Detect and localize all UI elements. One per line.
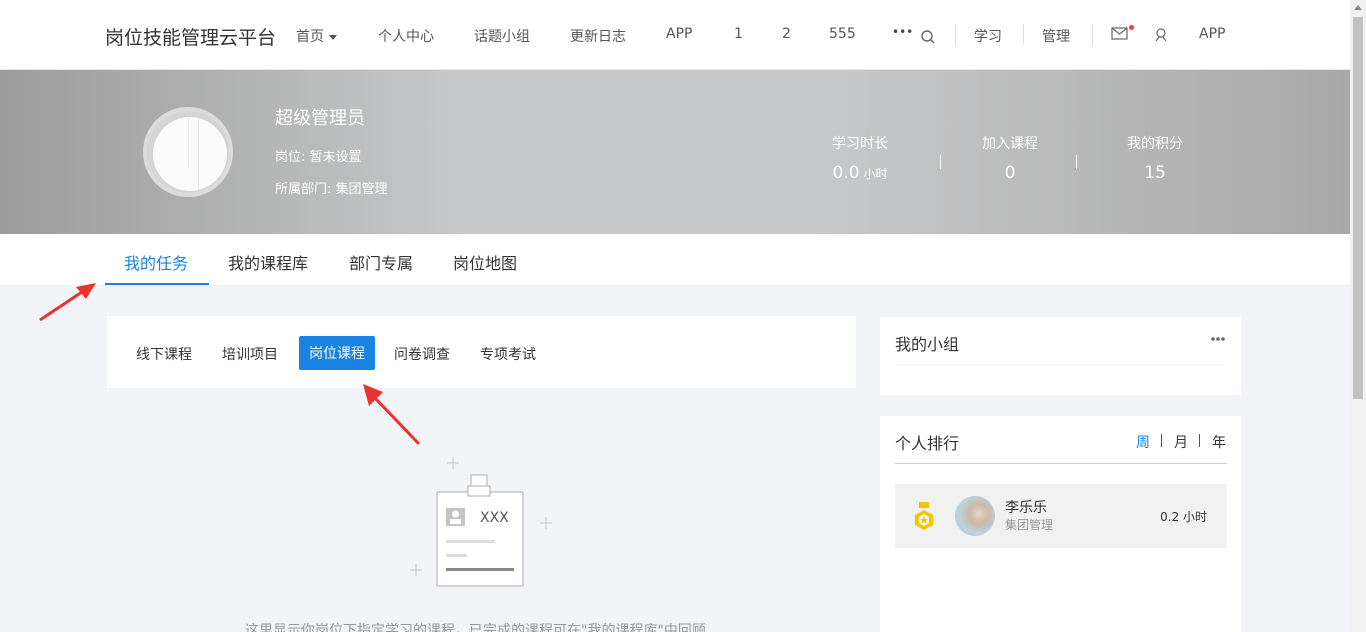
- nav-personal-center[interactable]: 个人中心: [378, 26, 434, 46]
- my-groups-title: 我的小组: [895, 335, 960, 354]
- ranking-user-name: 李乐乐: [1005, 500, 1047, 516]
- stat-divider: [940, 155, 941, 169]
- more-nav-icon[interactable]: •••: [892, 25, 913, 39]
- tab-my-tasks[interactable]: 我的任务: [124, 250, 188, 274]
- user-name: 超级管理员: [275, 108, 365, 129]
- tab-post-map[interactable]: 岗位地图: [453, 250, 517, 274]
- mail-icon[interactable]: [1111, 27, 1129, 41]
- subtab-card: 线下课程 培训项目 岗位课程 问卷调查 专项考试: [107, 316, 856, 388]
- page-scrollbar[interactable]: [1350, 0, 1366, 632]
- ranking-list-item[interactable]: 李乐乐 集团管理 0.2 小时: [895, 484, 1227, 548]
- nav-home-label: 首页: [296, 29, 324, 45]
- tab-department-exclusive[interactable]: 部门专属: [349, 250, 413, 274]
- user-icon[interactable]: [1154, 28, 1168, 43]
- nav-item-2[interactable]: 2: [782, 26, 791, 42]
- avatar-detail: [188, 117, 189, 167]
- stat-courses-label: 加入课程: [982, 136, 1038, 152]
- annotation-arrow-icon: [363, 384, 421, 446]
- nav-learn[interactable]: 学习: [974, 26, 1002, 46]
- stat-points-value: 15: [1144, 163, 1166, 183]
- period-week[interactable]: 周: [1136, 432, 1150, 452]
- gold-medal-icon: [915, 502, 933, 530]
- site-brand[interactable]: 岗位技能管理云平台: [105, 23, 276, 50]
- app-download-link[interactable]: APP: [1199, 26, 1225, 42]
- my-groups-card: 我的小组: [880, 317, 1241, 395]
- nav-manage[interactable]: 管理: [1042, 26, 1070, 46]
- chevron-down-icon: [329, 34, 337, 40]
- stat-study-time-number: 0.0: [832, 163, 860, 183]
- scrollbar-thumb[interactable]: [1353, 17, 1363, 399]
- ranking-study-hours: 0.2 小时: [1160, 510, 1207, 524]
- search-icon[interactable]: [920, 29, 936, 45]
- subtab-post-courses[interactable]: 岗位课程: [299, 336, 375, 370]
- nav-item-555[interactable]: 555: [829, 26, 856, 42]
- nav-app[interactable]: APP: [666, 26, 692, 42]
- avatar: [955, 496, 995, 536]
- stat-points-label: 我的积分: [1127, 136, 1183, 152]
- period-month[interactable]: 月: [1174, 432, 1188, 452]
- stat-divider: [1076, 155, 1077, 169]
- period-year[interactable]: 年: [1212, 432, 1226, 452]
- ranking-user-department: 集团管理: [1005, 518, 1054, 532]
- avatar-detail: [198, 117, 199, 191]
- placeholder-card-text: XXX: [480, 510, 509, 526]
- user-post: 岗位: 暂未设置: [275, 150, 362, 165]
- nav-update-log[interactable]: 更新日志: [570, 26, 626, 46]
- avatar-image: [153, 117, 227, 191]
- ranking-title: 个人排行: [895, 434, 960, 453]
- period-divider: [1199, 434, 1200, 447]
- divider: [895, 463, 1227, 464]
- stat-study-time-unit: 小时: [863, 167, 888, 181]
- main-tab-bar: 我的任务 我的课程库 部门专属 岗位地图: [0, 234, 1350, 286]
- tab-my-course-library[interactable]: 我的课程库: [228, 250, 308, 274]
- nav-home[interactable]: 首页: [296, 26, 337, 46]
- stat-study-time-label: 学习时长: [832, 136, 888, 152]
- period-divider: [1161, 434, 1162, 447]
- top-navigation-bar: 岗位技能管理云平台 首页 个人中心 话题小组 更新日志 APP 1 2 555 …: [0, 0, 1350, 70]
- subtab-offline-courses[interactable]: 线下课程: [136, 344, 192, 364]
- notification-dot: [1129, 25, 1134, 30]
- stat-courses-value: 0: [1004, 163, 1016, 183]
- subtab-training-projects[interactable]: 培训项目: [222, 344, 278, 364]
- subtab-special-exams[interactable]: 专项考试: [480, 344, 536, 364]
- nav-divider: [1023, 24, 1024, 45]
- nav-topic-groups[interactable]: 话题小组: [474, 26, 530, 46]
- nav-divider: [1092, 24, 1093, 45]
- subtab-surveys[interactable]: 问卷调查: [394, 344, 450, 364]
- scroll-up-icon[interactable]: [1354, 5, 1362, 10]
- annotation-arrow-icon: [39, 283, 96, 322]
- nav-item-1[interactable]: 1: [734, 26, 743, 42]
- nav-divider: [955, 24, 956, 45]
- divider: [895, 364, 1225, 365]
- empty-state-message: 这里显示你岗位下指定学习的课程，已完成的课程可在"我的课程库"中回顾: [245, 623, 706, 632]
- avatar[interactable]: [143, 107, 233, 197]
- stat-study-time-value: 0.0 小时: [800, 163, 920, 183]
- more-options-icon[interactable]: [1211, 337, 1225, 341]
- user-department: 所属部门: 集团管理: [275, 182, 388, 197]
- active-tab-indicator: [105, 283, 209, 285]
